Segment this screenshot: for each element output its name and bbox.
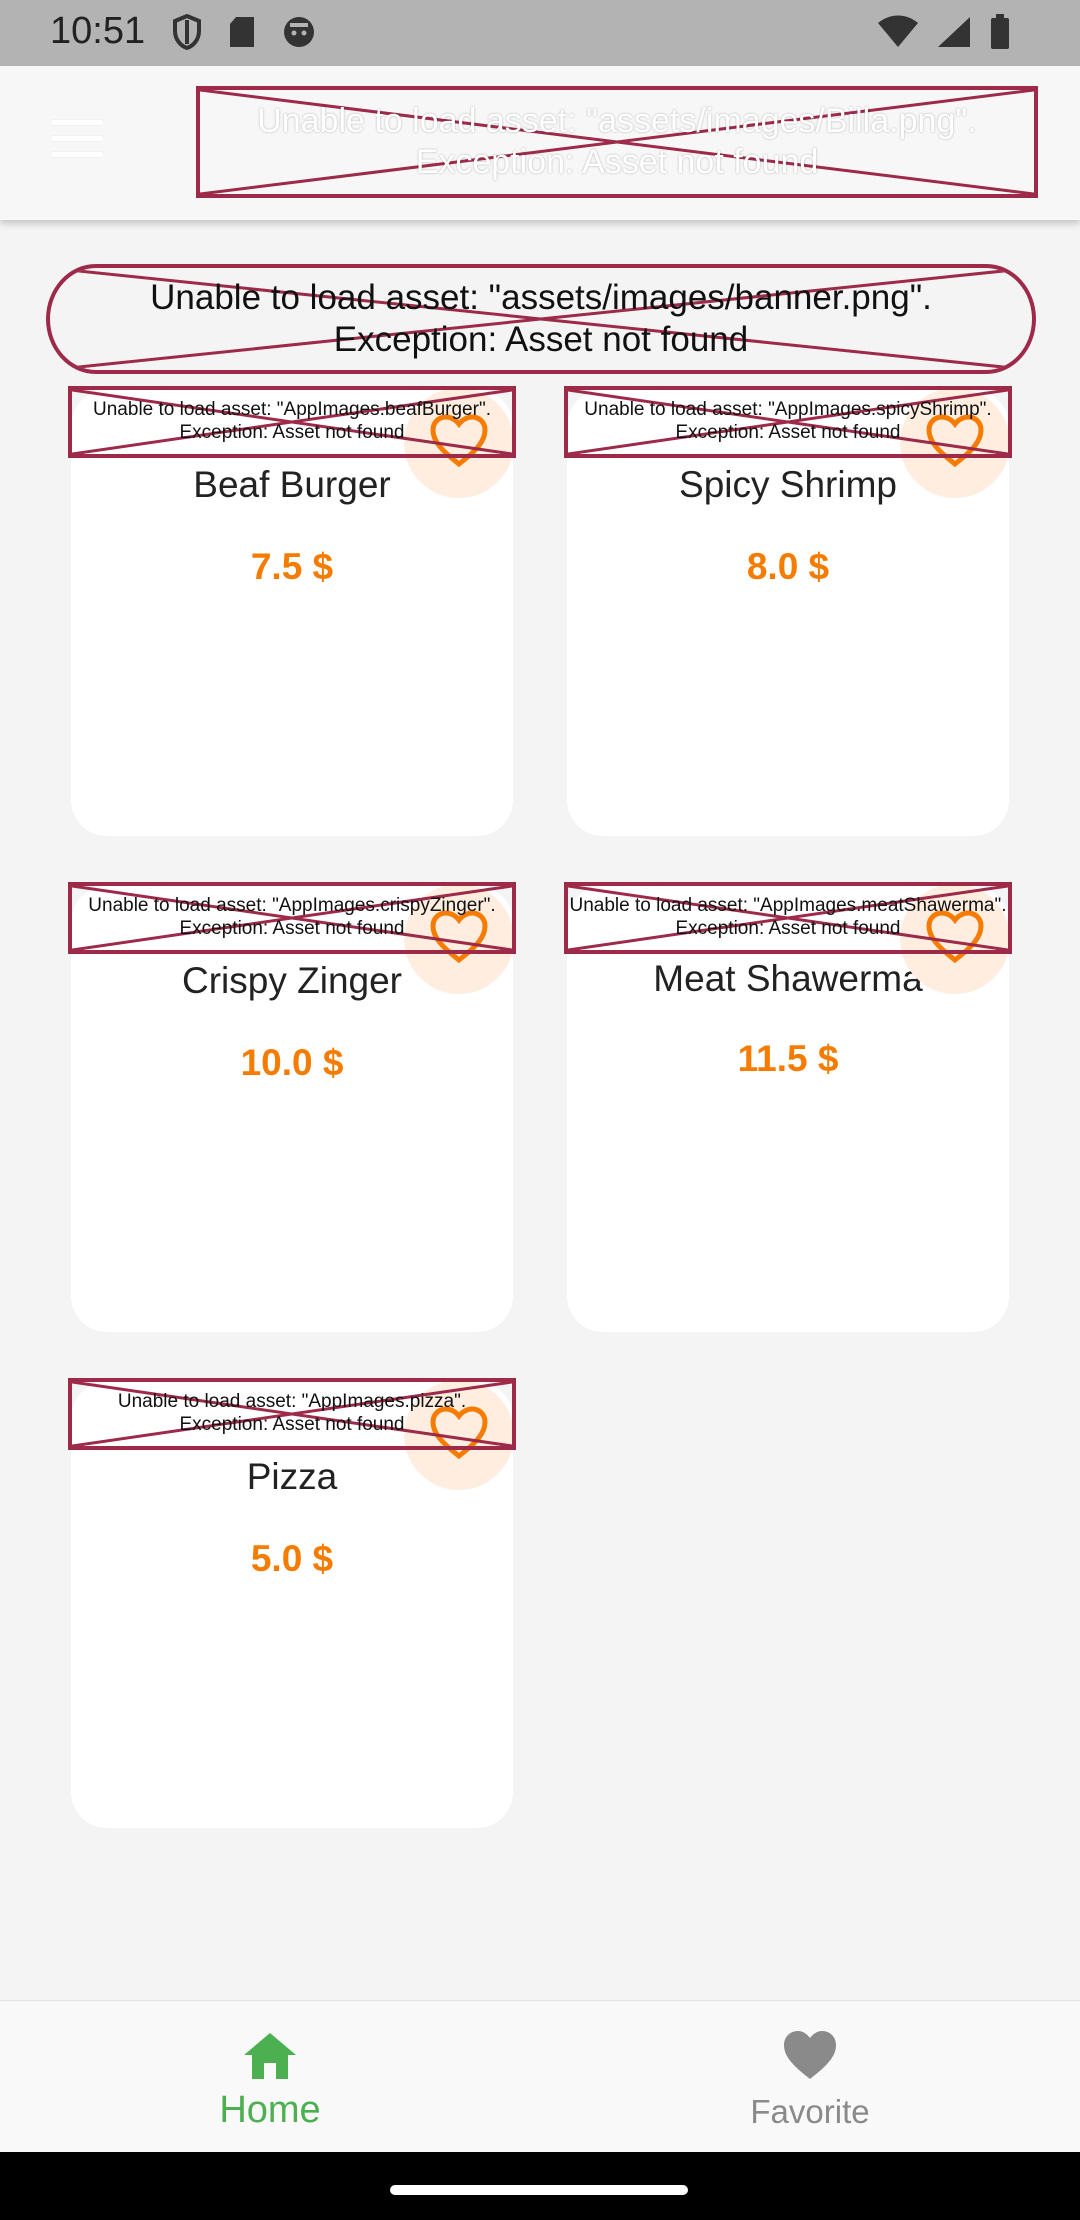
status-left-icons [172, 14, 316, 50]
status-bar: 10:51 [0, 0, 1080, 66]
banner-error-text: Unable to load asset: "assets/images/ban… [150, 278, 932, 359]
banner-image-error: Unable to load asset: "assets/images/ban… [46, 264, 1036, 374]
app-bar: Unable to load asset: "assets/images/Bil… [0, 66, 1080, 220]
hamburger-line [51, 136, 103, 141]
nav-favorite-label: Favorite [750, 2093, 870, 2130]
home-icon [244, 2033, 296, 2079]
product-price: 7.5 $ [250, 546, 334, 587]
product-image-error: Unable to load asset: "AppImages.beafBur… [68, 386, 516, 458]
heart-icon [784, 2031, 836, 2079]
status-right-icons [878, 14, 1010, 50]
home-gesture-pill[interactable] [390, 2185, 688, 2195]
bottom-navigation: Home Favorite [0, 2000, 1080, 2152]
shield-icon [173, 14, 201, 50]
hamburger-menu-icon [51, 120, 103, 125]
nav-favorite[interactable]: Favorite [540, 2001, 1080, 2153]
nav-home[interactable]: Home [0, 2001, 540, 2153]
system-navigation-bar [0, 2152, 1080, 2220]
product-image-error-text: Unable to load asset: "AppImages.pizza".… [117, 1391, 467, 1435]
battery-icon [991, 14, 1009, 49]
product-image-error-text: Unable to load asset: "AppImages.meatSha… [569, 895, 1007, 939]
product-image-error-text: Unable to load asset: "AppImages.crispyZ… [88, 895, 496, 939]
logo-image-error: Unable to load asset: "assets/images/Bil… [196, 86, 1038, 198]
product-price: 8.0 $ [746, 546, 830, 587]
hamburger-line [51, 152, 103, 157]
status-time: 10:51 [50, 10, 146, 52]
signal-icon [938, 17, 970, 47]
sd-card-icon [230, 17, 254, 47]
product-image-error: Unable to load asset: "AppImages.crispyZ… [68, 882, 516, 954]
logo-error-text: Unable to load asset: "assets/images/Bil… [257, 102, 977, 181]
product-price: 5.0 $ [250, 1538, 334, 1579]
product-image-error: Unable to load asset: "AppImages.meatSha… [564, 882, 1012, 954]
android-icon [284, 17, 314, 47]
product-image-error-text: Unable to load asset: "AppImages.beafBur… [93, 399, 491, 443]
nav-home-label: Home [219, 2089, 321, 2131]
product-image-error: Unable to load asset: "AppImages.spicySh… [564, 386, 1012, 458]
product-image-error-text: Unable to load asset: "AppImages.spicySh… [584, 399, 992, 443]
menu-button[interactable] [44, 120, 110, 170]
product-price: 11.5 $ [737, 1038, 839, 1079]
product-price: 10.0 $ [240, 1042, 344, 1083]
product-image-error: Unable to load asset: "AppImages.pizza".… [68, 1378, 516, 1450]
wifi-icon [878, 15, 918, 47]
